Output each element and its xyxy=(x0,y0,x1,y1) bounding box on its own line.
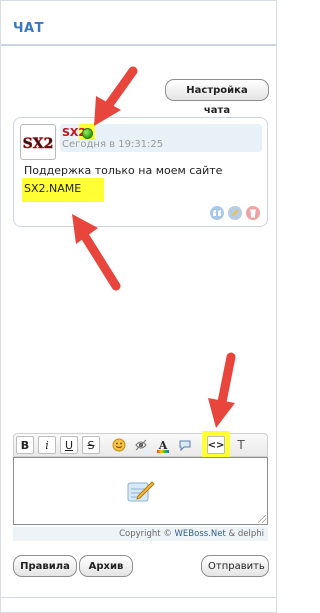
copyright-prefix: Copyright © xyxy=(119,529,172,539)
message-text: Поддержка только на моем сайте xyxy=(24,164,223,177)
header-divider xyxy=(1,44,276,46)
message-meta: SX2 Сегодня в 19:31:25 xyxy=(60,124,262,152)
chat-settings-button[interactable]: Настройка чата xyxy=(165,79,269,116)
code-button[interactable]: <> xyxy=(207,436,225,454)
delete-icon[interactable] xyxy=(246,206,260,220)
quote-icon[interactable] xyxy=(210,206,224,220)
chat-title: ЧАТ xyxy=(13,21,44,36)
chat-panel: ЧАТ Настройка чата SX2 SX2 Сегодня в 19:… xyxy=(0,0,277,613)
editor-toolbar: B i U S A <> T xyxy=(13,431,268,459)
spoiler-button[interactable] xyxy=(132,436,150,454)
message-link[interactable]: SX2.NAME xyxy=(24,182,81,195)
bold-button[interactable]: B xyxy=(16,436,34,454)
notepad-pencil-icon xyxy=(127,481,155,502)
message-timestamp: Сегодня в 19:31:25 xyxy=(62,139,164,150)
color-button[interactable]: A xyxy=(154,436,172,454)
copyright-line: Copyright © WEBoss.Net & delphi xyxy=(13,527,268,541)
archive-button[interactable]: Архив xyxy=(79,555,133,577)
translit-button[interactable]: T xyxy=(232,436,250,454)
message-input[interactable] xyxy=(13,457,268,525)
chat-message: SX2 SX2 Сегодня в 19:31:25 Поддержка тол… xyxy=(13,117,268,227)
avatar: SX2 xyxy=(20,124,56,160)
spoiler-icon xyxy=(135,439,147,451)
smiley-button[interactable] xyxy=(110,436,128,454)
edit-icon[interactable] xyxy=(228,206,242,220)
online-status-icon xyxy=(82,128,93,139)
svg-text:SX2: SX2 xyxy=(23,136,54,152)
copyright-suffix: & delphi xyxy=(228,529,264,539)
speech-bubble-icon xyxy=(179,440,191,452)
italic-button[interactable]: i xyxy=(38,436,56,454)
send-button[interactable]: Отправить xyxy=(201,555,269,577)
resize-handle[interactable] xyxy=(258,515,266,523)
rules-button[interactable]: Правила xyxy=(13,555,77,577)
footer-divider xyxy=(1,597,276,598)
sx2-logo-icon: SX2 xyxy=(22,136,54,152)
underline-button[interactable]: U xyxy=(60,436,78,454)
copyright-brand-link[interactable]: WEBoss.Net xyxy=(175,529,226,539)
color-swatch-icon xyxy=(157,450,169,453)
quote-button[interactable] xyxy=(176,436,194,454)
strike-button[interactable]: S xyxy=(82,436,100,454)
smiley-icon xyxy=(112,438,126,452)
